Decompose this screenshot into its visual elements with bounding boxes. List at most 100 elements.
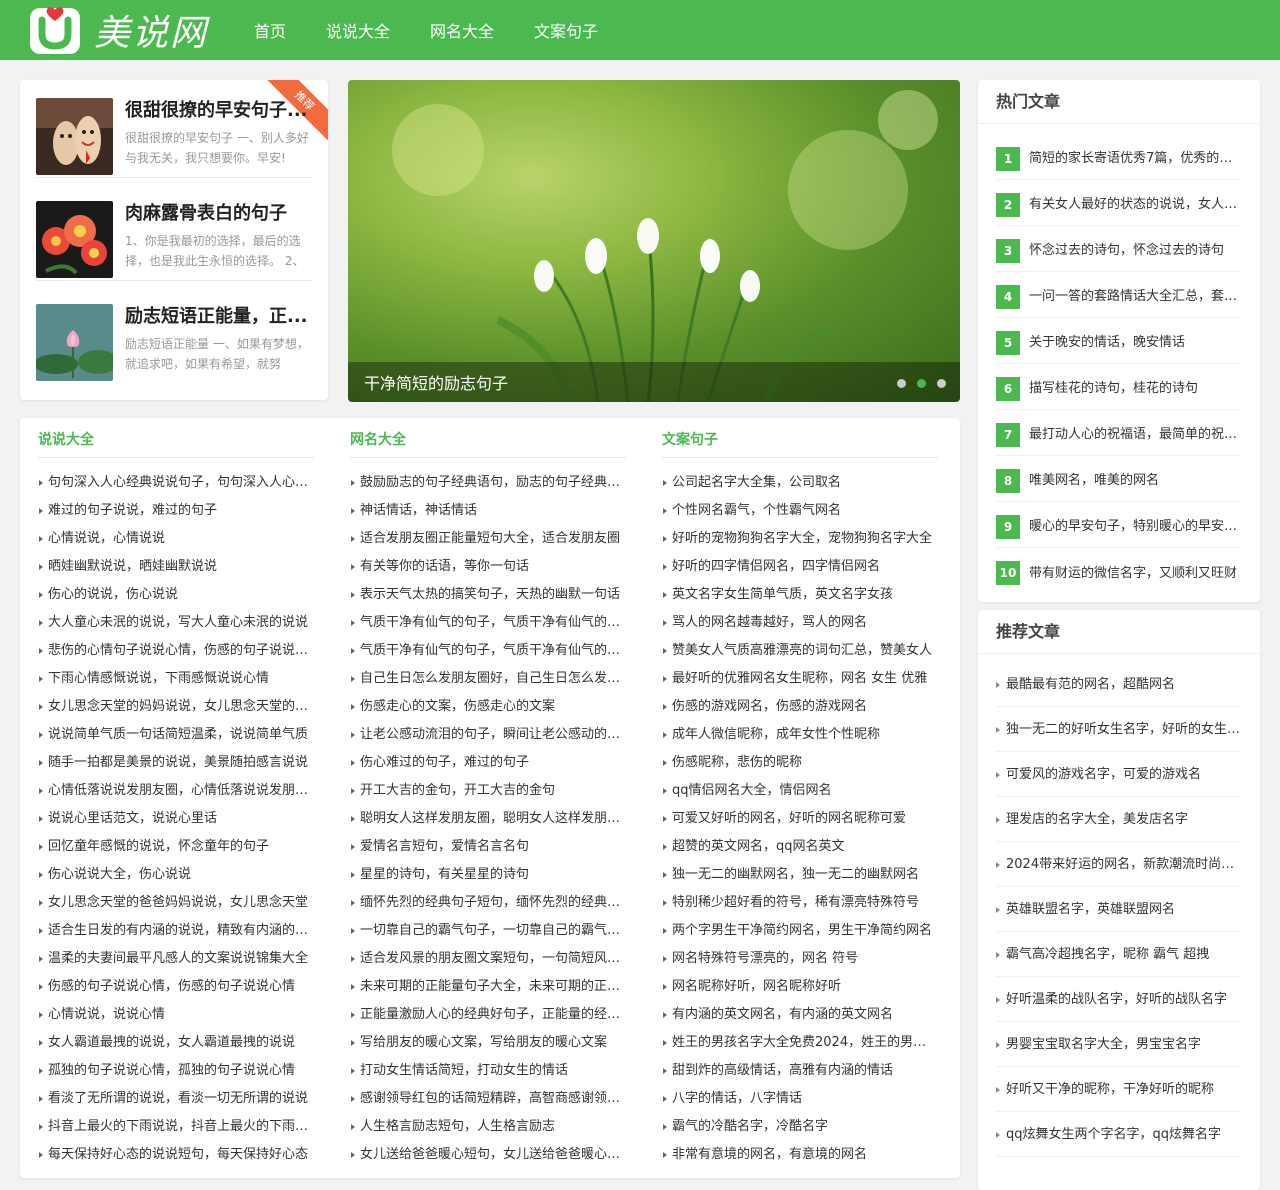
recommend-item[interactable]: 男婴宝宝取名字大全，男宝宝名字 [996,1022,1242,1067]
list-item[interactable]: 开工大吉的金句，开工大吉的金句 [350,777,626,805]
nav-shuoshuo[interactable]: 说说大全 [308,18,408,42]
recommend-item[interactable]: 理发店的名字大全，美发店名字 [996,797,1242,842]
list-item[interactable]: 晒娃幽默说说，晒娃幽默说说 [38,553,314,581]
slider-dot[interactable] [897,379,906,388]
list-item[interactable]: 让老公感动流泪的句子，瞬间让老公感动的句子 [350,721,626,749]
list-item[interactable]: 适合发朋友圈正能量短句大全，适合发朋友圈 [350,525,626,553]
list-item[interactable]: 英文名字女生简单气质，英文名字女孩 [662,581,938,609]
recommend-item[interactable]: 独一无二的好听女生名字，好听的女生名字 [996,707,1242,752]
hot-item-title[interactable]: 关于晚安的情话，晚安情话 [1029,331,1185,350]
hot-item[interactable]: 9 暖心的早安句子，特别暖心的早安句子 [996,502,1242,548]
list-item[interactable]: 随手一拍都是美景的说说，美景随拍感言说说 [38,749,314,777]
nav-wenan[interactable]: 文案句子 [516,18,616,42]
list-item[interactable]: 每天保持好心态的说说短句，每天保持好心态 [38,1141,314,1169]
list-item[interactable]: 网名特殊符号漂亮的，网名 符号 [662,945,938,973]
list-item[interactable]: 感谢领导红包的话简短精辟，高智商感谢领导红包 [350,1085,626,1113]
recommend-item[interactable]: 霸气高冷超拽名字，昵称 霸气 超拽 [996,932,1242,977]
slide-caption[interactable]: 干净简短的励志句子 [348,362,960,402]
recommend-item[interactable]: 可爱风的游戏名字，可爱的游戏名 [996,752,1242,797]
list-item[interactable]: 最好听的优雅网名女生昵称，网名 女生 优雅 [662,665,938,693]
list-item[interactable]: 两个字男生干净简约网名，男生干净简约网名 [662,917,938,945]
list-item[interactable]: 说说心里话范文，说说心里话 [38,805,314,833]
list-item[interactable]: 大人童心未泯的说说，写大人童心未泯的说说 [38,609,314,637]
recommend-item[interactable]: 2024带来好运的网名，新款潮流时尚网名 [996,842,1242,887]
list-item[interactable]: 公司起名字大全集，公司取名 [662,469,938,497]
featured-item[interactable]: 肉麻露骨表白的句子 1、你是我最初的选择，最后的选择，也是我此生永恒的选择。 2… [36,183,313,281]
list-item[interactable]: 好听的宠物狗狗名字大全，宠物狗狗名字大全 [662,525,938,553]
column-heading[interactable]: 文案句子 [662,418,938,458]
list-item[interactable]: 缅怀先烈的经典句子短句，缅怀先烈的经典句子 [350,889,626,917]
recommend-item[interactable]: 最酷最有范的网名，超酷网名 [996,662,1242,707]
list-item[interactable]: 聪明女人这样发朋友圈，聪明女人这样发朋友圈 [350,805,626,833]
hot-item-title[interactable]: 暖心的早安句子，特别暖心的早安句子 [1029,515,1242,534]
slider-dot-active[interactable] [917,379,926,388]
hot-item-title[interactable]: 带有财运的微信名字，又顺利又旺财 [1029,562,1237,581]
list-item[interactable]: 网名昵称好听，网名昵称好听 [662,973,938,1001]
list-item[interactable]: 甜到炸的高级情话，高雅有内涵的情话 [662,1057,938,1085]
list-item[interactable]: 伤感走心的文案，伤感走心的文案 [350,693,626,721]
hot-item-title[interactable]: 怀念过去的诗句，怀念过去的诗句 [1029,239,1224,258]
list-item[interactable]: 有内涵的英文网名，有内涵的英文网名 [662,1001,938,1029]
featured-item[interactable]: 励志短语正能量，正... 励志短语正能量 一、如果有梦想，就追求吧，如果有希望，… [36,286,313,384]
list-item[interactable]: 伤感的游戏网名，伤感的游戏网名 [662,693,938,721]
list-item[interactable]: 伤感的句子说说心情，伤感的句子说说心情 [38,973,314,1001]
hot-item[interactable]: 4 一问一答的套路情话大全汇总，套路情话 [996,272,1242,318]
recommend-item[interactable]: 英雄联盟名字，英雄联盟网名 [996,887,1242,932]
hot-item-title[interactable]: 简短的家长寄语优秀7篇，优秀的家长寄语 [1029,147,1242,166]
list-item[interactable]: 星星的诗句，有关星星的诗句 [350,861,626,889]
hot-item[interactable]: 7 最打动人心的祝福语，最简单的祝福语 [996,410,1242,456]
recommend-item[interactable]: qq炫舞女生两个字名字，qq炫舞名字 [996,1112,1242,1157]
hot-item-title[interactable]: 最打动人心的祝福语，最简单的祝福语 [1029,423,1242,442]
hot-item-title[interactable]: 描写桂花的诗句，桂花的诗句 [1029,377,1198,396]
recommend-item[interactable]: 好听温柔的战队名字，好听的战队名字 [996,977,1242,1022]
list-item[interactable]: 可爱又好听的网名，好听的网名昵称可爱 [662,805,938,833]
list-item[interactable]: 难过的句子说说，难过的句子 [38,497,314,525]
column-heading[interactable]: 网名大全 [350,418,626,458]
list-item[interactable]: 温柔的夫妻间最平凡感人的文案说说锦集大全 [38,945,314,973]
hot-item[interactable]: 6 描写桂花的诗句，桂花的诗句 [996,364,1242,410]
list-item[interactable]: 霸气的冷酷名字，冷酷名字 [662,1113,938,1141]
list-item[interactable]: 抖音上最火的下雨说说，抖音上最火的下雨说说 [38,1113,314,1141]
list-item[interactable]: 有关等你的话语，等你一句话 [350,553,626,581]
recommend-item[interactable]: 好听又干净的昵称，干净好听的昵称 [996,1067,1242,1112]
hot-item[interactable]: 5 关于晚安的情话，晚安情话 [996,318,1242,364]
list-item[interactable]: 好听的四字情侣网名，四字情侣网名 [662,553,938,581]
slider-dot[interactable] [937,379,946,388]
list-item[interactable]: 成年人微信昵称，成年女性个性昵称 [662,721,938,749]
nav-wangming[interactable]: 网名大全 [412,18,512,42]
nav-home[interactable]: 首页 [236,18,304,42]
list-item[interactable]: 下雨心情感慨说说，下雨感慨说说心情 [38,665,314,693]
list-item[interactable]: 超赞的英文网名，qq网名英文 [662,833,938,861]
list-item[interactable]: qq情侣网名大全，情侣网名 [662,777,938,805]
list-item[interactable]: 非常有意境的网名，有意境的网名 [662,1141,938,1169]
list-item[interactable]: 伤感昵称，悲伤的昵称 [662,749,938,777]
list-item[interactable]: 伤心说说大全，伤心说说 [38,861,314,889]
hot-item[interactable]: 8 唯美网名，唯美的网名 [996,456,1242,502]
list-item[interactable]: 爱情名言短句，爱情名言名句 [350,833,626,861]
list-item[interactable]: 伤心的说说，伤心说说 [38,581,314,609]
list-item[interactable]: 自己生日怎么发朋友圈好，自己生日怎么发朋友圈 [350,665,626,693]
list-item[interactable]: 人生格言励志短句，人生格言励志 [350,1113,626,1141]
list-item[interactable]: 孤独的句子说说心情，孤独的句子说说心情 [38,1057,314,1085]
list-item[interactable]: 适合生日发的有内涵的说说，精致有内涵的说说 [38,917,314,945]
list-item[interactable]: 女儿送给爸爸暖心短句，女儿送给爸爸暖心的话 [350,1141,626,1169]
hot-item-title[interactable]: 唯美网名，唯美的网名 [1029,469,1159,488]
list-item[interactable]: 女儿思念天堂的爸爸妈妈说说，女儿思念天堂 [38,889,314,917]
list-item[interactable]: 独一无二的幽默网名，独一无二的幽默网名 [662,861,938,889]
list-item[interactable]: 写给朋友的暖心文案，写给朋友的暖心文案 [350,1029,626,1057]
list-item[interactable]: 赞美女人气质高雅漂亮的词句汇总，赞美女人 [662,637,938,665]
featured-item[interactable]: 很甜很撩的早安句子... 很甜很撩的早安句子 一、别人多好与我无关，我只想要你。… [36,80,313,178]
list-item[interactable]: 句句深入人心经典说说句子，句句深入人心经典说说 [38,469,314,497]
list-item[interactable]: 正能量激励人心的经典好句子，正能量的经典好句 [350,1001,626,1029]
list-item[interactable]: 气质干净有仙气的句子，气质干净有仙气的句子 [350,609,626,637]
list-item[interactable]: 心情低落说说发朋友圈，心情低落说说发朋友圈 [38,777,314,805]
hot-item[interactable]: 10 带有财运的微信名字，又顺利又旺财 [996,548,1242,594]
hot-item-title[interactable]: 一问一答的套路情话大全汇总，套路情话 [1029,285,1242,304]
list-item[interactable]: 一切靠自己的霸气句子，一切靠自己的霸气句子 [350,917,626,945]
list-item[interactable]: 说说简单气质一句话简短温柔，说说简单气质 [38,721,314,749]
list-item[interactable]: 神话情话，神话情话 [350,497,626,525]
list-item[interactable]: 看淡了无所谓的说说，看淡一切无所谓的说说 [38,1085,314,1113]
list-item[interactable]: 姓王的男孩名字大全免费2024，姓王的男孩名字 [662,1029,938,1057]
hot-item-title[interactable]: 有关女人最好的状态的说说，女人最好的状态 [1029,193,1242,212]
list-item[interactable]: 适合发风景的朋友圈文案短句，一句简短风景文案 [350,945,626,973]
